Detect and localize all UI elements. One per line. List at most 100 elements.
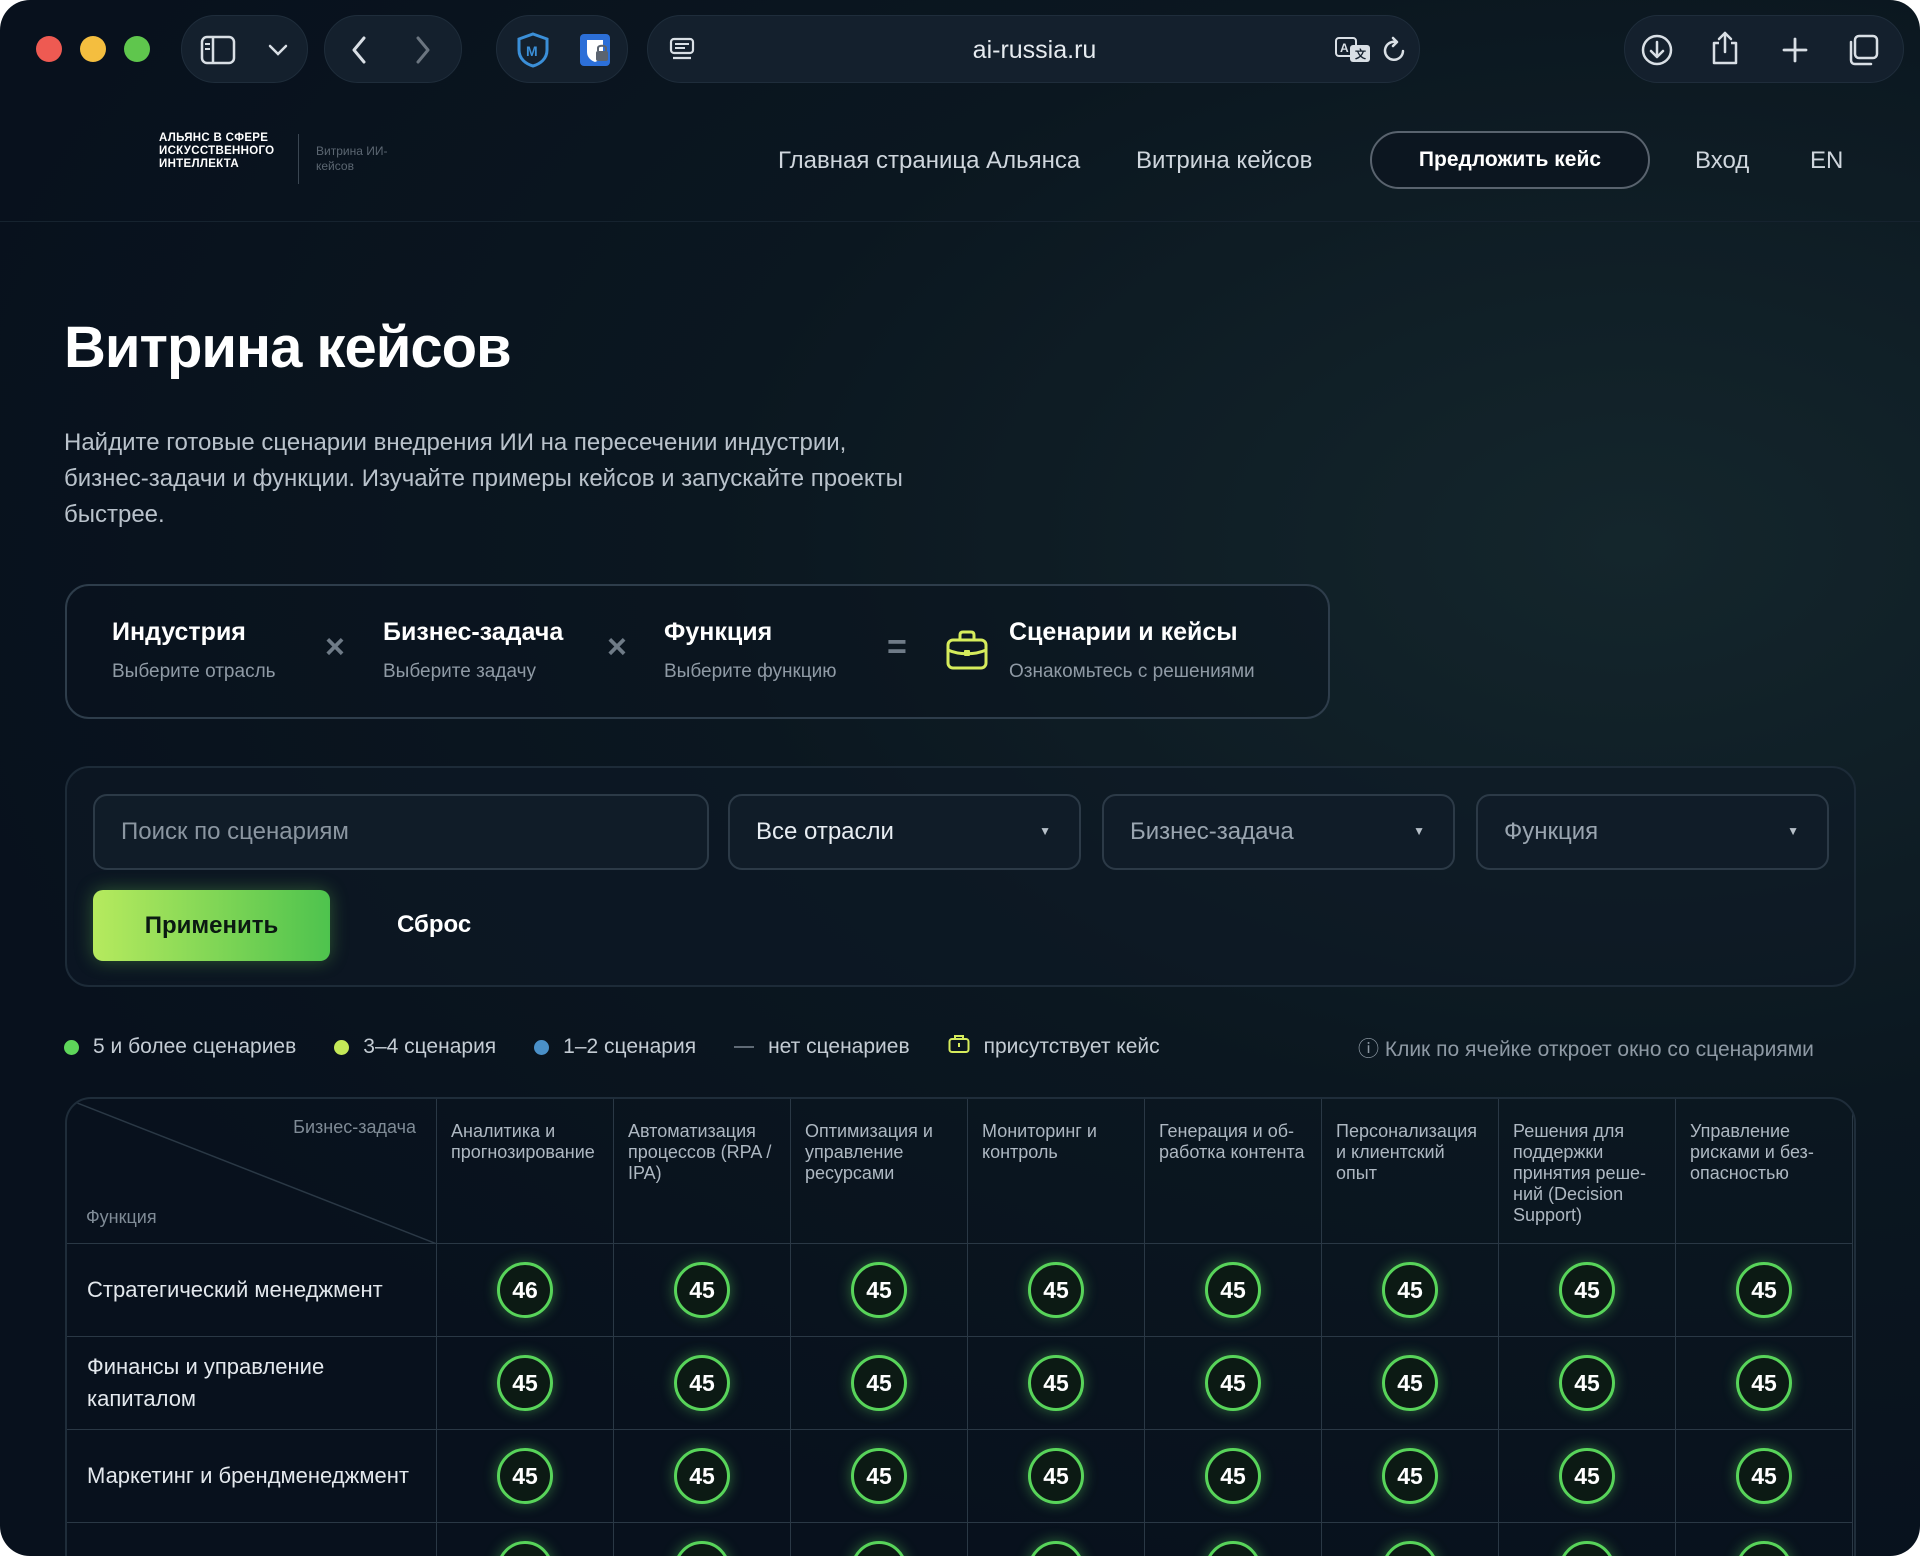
scenario-count-badge[interactable]: [1559, 1541, 1615, 1556]
scenario-count-badge[interactable]: 45: [1205, 1355, 1261, 1411]
url-text[interactable]: ai-russia.ru: [648, 16, 1421, 84]
matrix-cell[interactable]: 45: [968, 1430, 1145, 1523]
scenario-count-badge[interactable]: 45: [1736, 1448, 1792, 1504]
page-title: Витрина кейсов: [64, 315, 512, 380]
scenario-count-badge[interactable]: 45: [1559, 1448, 1615, 1504]
login-link[interactable]: Вход: [1695, 147, 1749, 175]
nav-alliance-home[interactable]: Главная страница Альянса: [778, 147, 1080, 175]
password-manager-icon[interactable]: [575, 30, 615, 70]
scenario-count-badge[interactable]: 45: [1559, 1355, 1615, 1411]
matrix-cell[interactable]: 45: [791, 1430, 968, 1523]
scenario-count-badge[interactable]: 45: [1028, 1355, 1084, 1411]
scenario-count-badge[interactable]: 45: [674, 1262, 730, 1318]
scenario-count-badge[interactable]: 45: [497, 1355, 553, 1411]
new-tab-icon[interactable]: [1775, 30, 1815, 70]
matrix-cell[interactable]: 45: [791, 1244, 968, 1337]
row-header: Стратегический менеджмент: [67, 1244, 437, 1337]
tab-overview-icon[interactable]: [1843, 30, 1883, 70]
matrix-cell[interactable]: [968, 1523, 1145, 1556]
scenario-count-badge[interactable]: 45: [1205, 1448, 1261, 1504]
reset-button[interactable]: Сброс: [397, 911, 471, 939]
matrix-cell[interactable]: [1499, 1523, 1676, 1556]
scenario-count-badge[interactable]: 45: [1736, 1262, 1792, 1318]
scenario-search-input[interactable]: [93, 794, 709, 870]
industry-select[interactable]: Все отрасли ▼: [728, 794, 1081, 870]
matrix-cell[interactable]: [1676, 1523, 1853, 1556]
matrix-cell[interactable]: 45: [1145, 1244, 1322, 1337]
function-select[interactable]: Функция ▼: [1476, 794, 1829, 870]
back-icon[interactable]: [339, 30, 379, 70]
matrix-cell[interactable]: 45: [1499, 1337, 1676, 1430]
scenario-count-badge[interactable]: [1382, 1541, 1438, 1556]
matrix-cell[interactable]: [1145, 1523, 1322, 1556]
scenario-count-badge[interactable]: 45: [674, 1448, 730, 1504]
scenario-count-badge[interactable]: [1736, 1541, 1792, 1556]
language-switch[interactable]: EN: [1810, 147, 1843, 175]
matrix-cell[interactable]: 45: [1145, 1430, 1322, 1523]
scenario-count-badge[interactable]: 45: [1028, 1262, 1084, 1318]
shield-extension-icon[interactable]: M: [513, 30, 553, 70]
download-icon[interactable]: [1637, 30, 1677, 70]
scenario-count-badge[interactable]: 45: [851, 1355, 907, 1411]
nav-case-showcase[interactable]: Витрина кейсов: [1136, 147, 1312, 175]
propose-case-button[interactable]: Предложить кейс: [1370, 131, 1650, 189]
matrix-cell[interactable]: [1322, 1523, 1499, 1556]
matrix-cell[interactable]: 45: [1145, 1337, 1322, 1430]
matrix-cell[interactable]: 45: [1676, 1244, 1853, 1337]
scenario-count-badge[interactable]: 45: [1736, 1355, 1792, 1411]
logo-subtitle: Витрина ИИ-кейсов: [316, 144, 388, 173]
zoom-window-button[interactable]: [124, 36, 150, 62]
scenario-count-badge[interactable]: [851, 1541, 907, 1556]
matrix-cell[interactable]: 45: [1499, 1244, 1676, 1337]
scenario-count-badge[interactable]: 45: [1028, 1448, 1084, 1504]
scenario-count-badge[interactable]: 45: [851, 1448, 907, 1504]
matrix-cell[interactable]: 45: [1676, 1337, 1853, 1430]
scenario-count-badge[interactable]: 45: [1382, 1262, 1438, 1318]
matrix-cell[interactable]: 45: [1499, 1430, 1676, 1523]
business-task-select[interactable]: Бизнес-задача ▼: [1102, 794, 1455, 870]
matrix-cell[interactable]: 45: [1322, 1430, 1499, 1523]
scenario-count-badge[interactable]: 45: [1559, 1262, 1615, 1318]
scenario-count-badge[interactable]: [1028, 1541, 1084, 1556]
share-icon[interactable]: [1705, 28, 1745, 68]
matrix-cell[interactable]: 45: [437, 1430, 614, 1523]
matrix-cell[interactable]: 45: [614, 1337, 791, 1430]
matrix-cell[interactable]: [791, 1523, 968, 1556]
equals-icon: =: [887, 628, 907, 666]
scenario-count-badge[interactable]: 45: [1205, 1262, 1261, 1318]
scenario-count-badge[interactable]: [674, 1541, 730, 1556]
matrix-cell[interactable]: 45: [968, 1337, 1145, 1430]
translate-icon[interactable]: A文: [1333, 30, 1373, 70]
matrix-cell[interactable]: 46: [437, 1244, 614, 1337]
sidebar-icon[interactable]: [198, 30, 238, 70]
matrix-cell[interactable]: [437, 1523, 614, 1556]
scenario-count-badge[interactable]: 45: [1382, 1355, 1438, 1411]
minimize-window-button[interactable]: [80, 36, 106, 62]
scenario-count-badge[interactable]: 45: [1382, 1448, 1438, 1504]
times-icon: ×: [325, 628, 345, 666]
matrix-cell[interactable]: 45: [1322, 1337, 1499, 1430]
matrix-cell[interactable]: 45: [791, 1337, 968, 1430]
address-bar[interactable]: ai-russia.ru A文: [647, 15, 1420, 83]
matrix-cell[interactable]: [614, 1523, 791, 1556]
matrix-cell[interactable]: 45: [1676, 1430, 1853, 1523]
matrix-cell[interactable]: 45: [1322, 1244, 1499, 1337]
matrix-cell[interactable]: 45: [437, 1337, 614, 1430]
scenario-count-badge[interactable]: [497, 1541, 553, 1556]
matrix-cell[interactable]: 45: [614, 1244, 791, 1337]
close-window-button[interactable]: [36, 36, 62, 62]
scenario-count-badge[interactable]: 45: [497, 1448, 553, 1504]
scenario-count-badge[interactable]: 46: [497, 1262, 553, 1318]
forward-icon[interactable]: [403, 30, 443, 70]
alliance-logo-icon[interactable]: [64, 135, 140, 192]
matrix-cell[interactable]: 45: [614, 1430, 791, 1523]
scenario-count-badge[interactable]: [1205, 1541, 1261, 1556]
reload-icon[interactable]: [1375, 30, 1415, 70]
matrix-corner: Бизнес-задача Функция: [67, 1099, 437, 1244]
briefcase-icon: [945, 630, 989, 677]
apply-button[interactable]: Применить: [93, 890, 330, 961]
matrix-cell[interactable]: 45: [968, 1244, 1145, 1337]
chevron-down-icon[interactable]: [258, 30, 298, 70]
scenario-count-badge[interactable]: 45: [851, 1262, 907, 1318]
scenario-count-badge[interactable]: 45: [674, 1355, 730, 1411]
